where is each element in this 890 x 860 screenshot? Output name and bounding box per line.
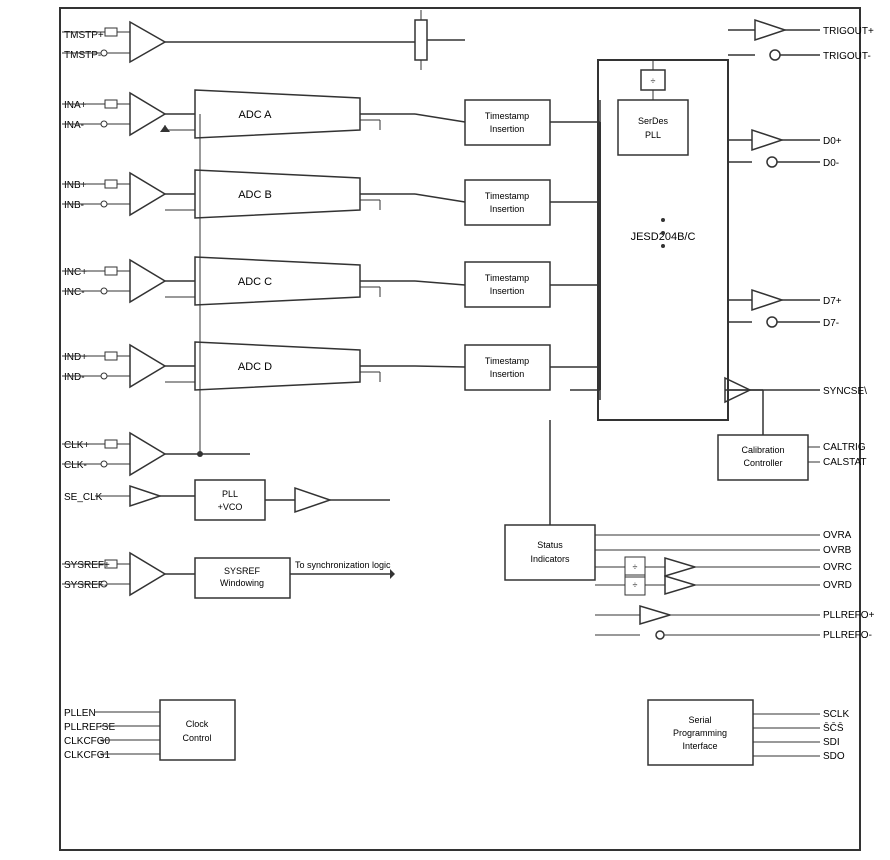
svg-text:÷: ÷	[633, 580, 638, 590]
tmstp-minus-label: TMSTP-	[64, 50, 101, 61]
d7-plus-label: D7+	[823, 296, 842, 307]
inc-plus-label: INC+	[64, 267, 87, 278]
ovrc-label: OVRC	[823, 562, 852, 573]
svg-text:Indicators: Indicators	[530, 554, 570, 564]
pll-vco-label: PLL	[222, 489, 238, 499]
svg-text:Insertion: Insertion	[490, 369, 525, 379]
d0-plus-label: D0+	[823, 136, 842, 147]
ovrb-label: OVRB	[823, 545, 852, 556]
serdes-pll-label: SerDes	[638, 116, 669, 126]
clkcfg0-label: CLKCFG0	[64, 736, 111, 747]
clock-control-label: Clock	[186, 719, 209, 729]
sdi-label: SDI	[823, 737, 840, 748]
timestamp-insertion-c-label: Timestamp	[485, 273, 529, 283]
calibration-controller-label: Calibration	[741, 445, 784, 455]
d7-minus-label: D7-	[823, 318, 839, 329]
inb-minus-label: INB-	[64, 200, 84, 211]
svg-text:÷: ÷	[651, 76, 656, 86]
se-clk-label: SE_CLK	[64, 492, 103, 503]
svg-text:Programming: Programming	[673, 728, 727, 738]
svg-text:Interface: Interface	[682, 741, 717, 751]
adc-a-label: ADC A	[238, 109, 272, 121]
svg-text:PLL: PLL	[645, 130, 661, 140]
trigout-plus-label: TRIGOUT+	[823, 26, 874, 37]
trigout-minus-label: TRIGOUT-	[823, 51, 871, 62]
sysref-plus-label: SYSREF+	[64, 560, 110, 571]
svg-text:Control: Control	[182, 733, 211, 743]
caltrig-label: CALTRIG	[823, 442, 866, 453]
adc-d-label: ADC D	[238, 361, 272, 373]
timestamp-insertion-b-label: Timestamp	[485, 191, 529, 201]
adc-c-label: ADC C	[238, 276, 272, 288]
ovrd-label: OVRD	[823, 580, 852, 591]
pllen-label: PLLEN	[64, 708, 96, 719]
ina-minus-label: INA-	[64, 120, 84, 131]
timestamp-insertion-a-label: Timestamp	[485, 111, 529, 121]
inb-plus-label: INB+	[64, 180, 87, 191]
svg-text:÷: ÷	[633, 562, 638, 572]
calstat-label: CALSTAT	[823, 457, 867, 468]
clk-minus-label: CLK-	[64, 460, 87, 471]
svg-text:Insertion: Insertion	[490, 124, 525, 134]
svg-text:Insertion: Insertion	[490, 204, 525, 214]
diagram-container: TMSTP+ TMSTP- INA+ INA- ADC A INB+ INB-	[0, 0, 890, 860]
svg-text:Insertion: Insertion	[490, 286, 525, 296]
clkcfg1-label: CLKCFG1	[64, 750, 111, 761]
pllrefo-minus-label: PLLREFO-	[823, 630, 872, 641]
ind-plus-label: IND+	[64, 352, 87, 363]
serial-programming-label: Serial	[688, 715, 711, 725]
sysref-windowing-label: SYSREF	[224, 566, 261, 576]
status-indicators-label: Status	[537, 540, 563, 550]
svg-text:Controller: Controller	[743, 458, 782, 468]
inc-minus-label: INC-	[64, 287, 85, 298]
timestamp-insertion-d-label: Timestamp	[485, 356, 529, 366]
sync-logic-label: To synchronization logic	[295, 560, 391, 570]
ovra-label: OVRA	[823, 530, 852, 541]
ina-plus-label: INA+	[64, 100, 87, 111]
svg-text:Windowing: Windowing	[220, 578, 264, 588]
pllrefse-label: PLLREFSE	[64, 722, 115, 733]
syncse-label: SYNCSE\	[823, 386, 867, 397]
sdo-label: SDO	[823, 751, 845, 762]
scs-label: S̄C̄S̄	[823, 721, 844, 734]
clk-plus-label: CLK+	[64, 440, 89, 451]
d0-minus-label: D0-	[823, 158, 839, 169]
pllrefo-plus-label: PLLREFO+	[823, 610, 875, 621]
ind-minus-label: IND-	[64, 372, 85, 383]
adc-b-label: ADC B	[238, 189, 272, 201]
svg-text:+VCO: +VCO	[218, 502, 243, 512]
sclk-label: SCLK	[823, 709, 849, 720]
